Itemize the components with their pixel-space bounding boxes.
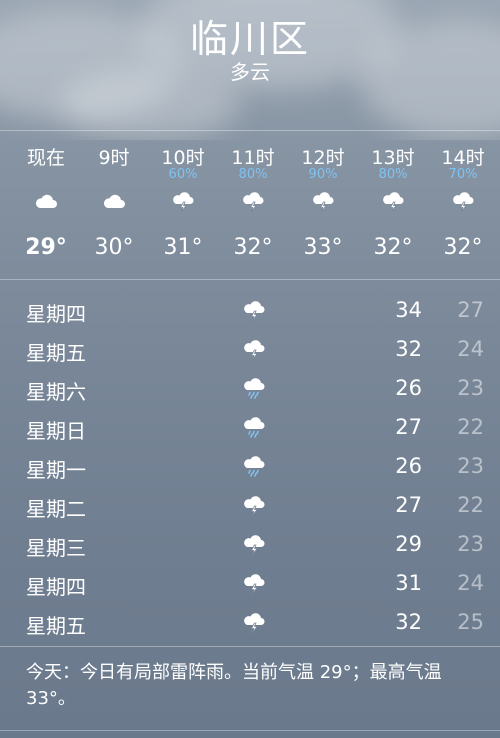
precip-chance: 80%: [238, 167, 268, 182]
daily-row: 星期六 26 23: [0, 370, 500, 409]
thunderstorm-icon: [171, 189, 195, 213]
hour-label: 11时: [231, 147, 275, 169]
high-temp: 34: [395, 298, 422, 322]
daily-row: 星期五 32 25: [0, 604, 500, 643]
thunderstorm-icon: [381, 189, 405, 213]
hourly-item: 11时 80% 32°: [218, 131, 288, 279]
precip-chance: 70%: [448, 167, 478, 182]
thunderstorm-icon: [242, 493, 266, 517]
low-temp: 27: [457, 298, 484, 322]
daily-row: 星期日 27 22: [0, 409, 500, 448]
hour-label: 13时: [371, 147, 415, 169]
hour-temp: 29°: [25, 235, 67, 260]
high-temp: 32: [395, 337, 422, 361]
low-temp: 23: [457, 454, 484, 478]
cloudy-icon: [34, 189, 58, 213]
hour-temp: 32°: [233, 235, 273, 260]
high-temp: 27: [395, 493, 422, 517]
high-temp: 26: [395, 376, 422, 400]
daily-row: 星期二 27 22: [0, 487, 500, 526]
divider: [0, 730, 500, 731]
daily-row: 星期一 26 23: [0, 448, 500, 487]
hourly-item: 12时 90% 33°: [288, 131, 358, 279]
hourly-item: 10时 60% 31°: [148, 131, 218, 279]
hourly-item: 13时 80% 32°: [358, 131, 428, 279]
thunderstorm-icon: [311, 189, 335, 213]
city-name: 临川区: [189, 17, 310, 61]
high-temp: 32: [395, 610, 422, 634]
thunderstorm-icon: [242, 337, 266, 361]
hourly-item: 现在 29°: [11, 131, 81, 279]
thunderstorm-icon: [242, 532, 266, 556]
low-temp: 23: [457, 376, 484, 400]
day-name: 星期五: [26, 614, 86, 638]
hour-label: 现在: [26, 147, 65, 169]
thunderstorm-icon: [451, 189, 475, 213]
thunderstorm-icon: [242, 610, 266, 634]
current-condition: 多云: [230, 60, 270, 84]
day-name: 星期四: [26, 575, 86, 599]
low-temp: 23: [457, 532, 484, 556]
low-temp: 24: [457, 337, 484, 361]
divider: [0, 646, 500, 647]
thunderstorm-icon: [242, 571, 266, 595]
daily-row: 星期四 34 27: [0, 292, 500, 331]
day-name: 星期六: [26, 380, 86, 404]
precip-chance: 80%: [378, 167, 408, 182]
hour-label: 10时: [161, 147, 205, 169]
hour-label: 14时: [441, 147, 485, 169]
hourly-forecast[interactable]: 现在 29° 9时 30° 10时 60% 31° 11时 80% 32° 12…: [0, 131, 500, 279]
thunderstorm-icon: [242, 298, 266, 322]
rain-icon: [242, 415, 266, 439]
low-temp: 24: [457, 571, 484, 595]
precip-chance: 60%: [168, 167, 198, 182]
location-header: 临川区 多云: [0, 0, 500, 130]
precip-chance: 90%: [308, 167, 338, 182]
day-name: 星期一: [26, 458, 86, 482]
day-name: 星期四: [26, 302, 86, 326]
hour-label: 12时: [301, 147, 345, 169]
daily-row: 星期三 29 23: [0, 526, 500, 565]
divider: [0, 279, 500, 280]
hourly-item: 14时 70% 32°: [428, 131, 498, 279]
high-temp: 31: [395, 571, 422, 595]
hour-temp: 33°: [303, 235, 343, 260]
hour-temp: 32°: [373, 235, 413, 260]
hour-temp: 30°: [94, 235, 134, 260]
day-name: 星期日: [26, 419, 86, 443]
thunderstorm-icon: [241, 189, 265, 213]
rain-icon: [242, 454, 266, 478]
low-temp: 22: [457, 415, 484, 439]
rain-icon: [242, 376, 266, 400]
cloudy-icon: [102, 189, 126, 213]
today-summary: 今天：今日有局部雷阵雨。当前气温 29°；最高气温 33°。: [26, 662, 442, 709]
hour-temp: 31°: [163, 235, 203, 260]
hour-temp: 32°: [443, 235, 483, 260]
day-name: 星期三: [26, 536, 86, 560]
high-temp: 26: [395, 454, 422, 478]
daily-row: 星期四 31 24: [0, 565, 500, 604]
low-temp: 22: [457, 493, 484, 517]
hour-label: 9时: [98, 147, 130, 169]
day-name: 星期二: [26, 497, 86, 521]
low-temp: 25: [457, 610, 484, 634]
high-temp: 27: [395, 415, 422, 439]
high-temp: 29: [395, 532, 422, 556]
daily-row: 星期五 32 24: [0, 331, 500, 370]
hourly-item: 9时 30°: [79, 131, 149, 279]
day-name: 星期五: [26, 341, 86, 365]
